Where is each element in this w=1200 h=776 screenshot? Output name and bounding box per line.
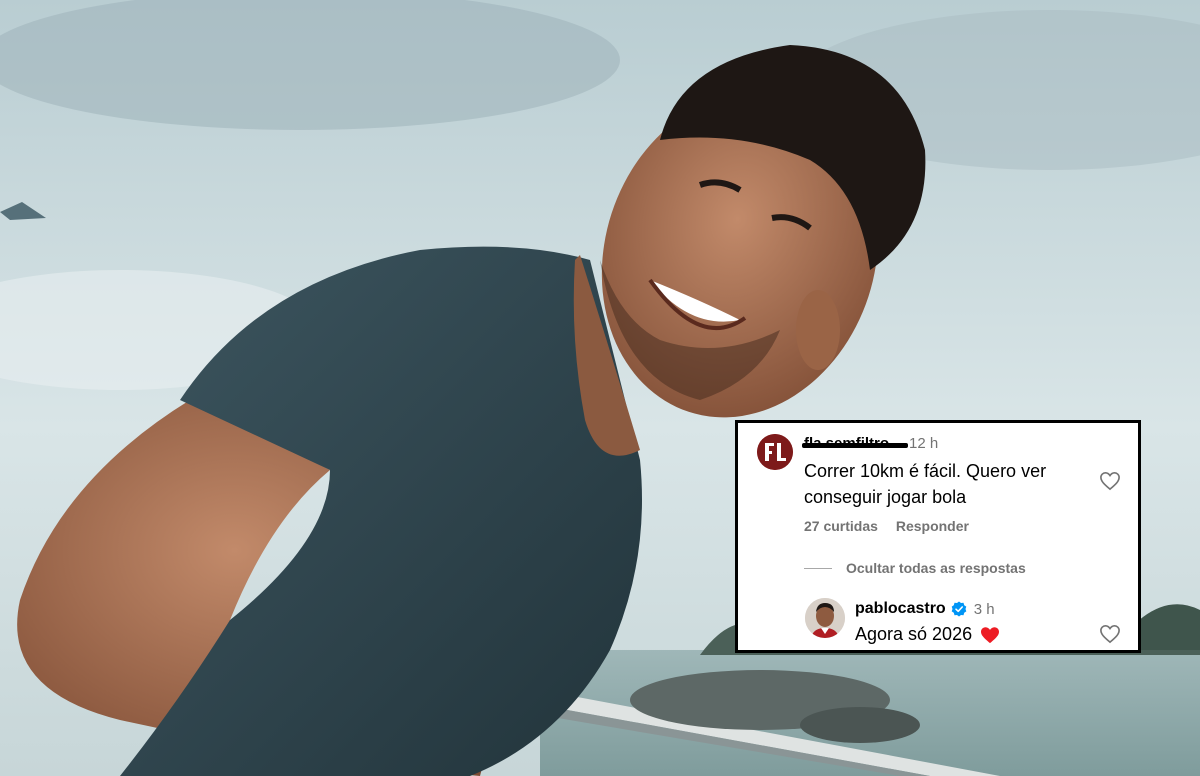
username-redaction-strike — [802, 443, 908, 448]
verified-badge-icon — [951, 601, 966, 617]
divider-line — [804, 567, 832, 569]
hide-replies-button[interactable]: Ocultar todas as respostas — [804, 560, 1026, 576]
reply-text-row: Agora só 2026 — [855, 624, 1000, 645]
comment-text: Correr 10km é fácil. Quero ver conseguir… — [804, 461, 1047, 507]
like-comment-heart-icon[interactable] — [1099, 471, 1121, 491]
hide-replies-label: Ocultar todas as respostas — [846, 560, 1026, 576]
avatar-fla-semfiltro[interactable] — [757, 434, 793, 470]
reply-header: pablocastro 3 h — [855, 600, 995, 618]
reply-username[interactable]: pablocastro — [855, 600, 946, 618]
red-heart-emoji-icon — [981, 626, 1000, 643]
reply-button[interactable]: Responder — [896, 518, 969, 534]
comment-card: fla.semfiltro 12 h Correr 10km é fácil. … — [735, 420, 1141, 653]
avatar-pablocastro[interactable] — [805, 598, 845, 638]
reply-timestamp: 3 h — [973, 600, 995, 618]
club-logo-icon — [757, 434, 793, 470]
reply-text: Agora só 2026 — [855, 624, 973, 644]
comment-meta: 27 curtidas Responder — [804, 518, 983, 534]
comment-timestamp: 12 h — [909, 435, 939, 452]
background-photo — [0, 0, 1200, 776]
like-reply-heart-icon[interactable] — [1099, 624, 1121, 644]
likes-count[interactable]: 27 curtidas — [804, 518, 878, 534]
